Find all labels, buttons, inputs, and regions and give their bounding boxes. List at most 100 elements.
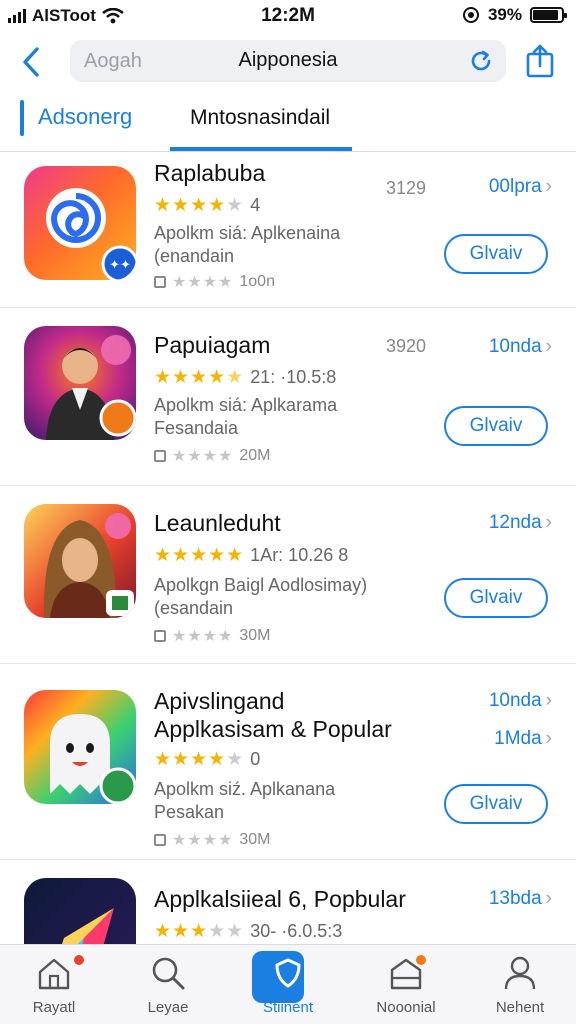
- rating-stars: ★★★★★ 0: [154, 749, 261, 770]
- description-line-2: (enandain: [154, 246, 235, 266]
- search-placeholder: Aogah: [84, 50, 142, 72]
- app-description: Apolkm siź. Aplkanana Pesakan: [154, 778, 335, 824]
- app-size: 20M: [239, 447, 271, 464]
- chevron-left-icon: [23, 47, 39, 77]
- checkbox-icon: [154, 276, 166, 288]
- download-count: 3920: [386, 336, 427, 356]
- chevron-right-icon: ›: [545, 690, 552, 711]
- warrior-app-icon[interactable]: [24, 504, 136, 618]
- refresh-icon: [471, 50, 491, 71]
- app-size: 30M: [239, 627, 271, 644]
- tab-label: Rayatl: [32, 999, 76, 1016]
- app-meta: ★★★★ 1o0n: [154, 272, 275, 292]
- app-meta: ★★★★ 30M: [154, 626, 271, 646]
- search-icon: [152, 957, 185, 990]
- chevron-right-icon: ›: [545, 512, 552, 533]
- ghost-app-icon[interactable]: [24, 690, 136, 804]
- price-label: 10nda: [488, 336, 542, 357]
- svg-text:✦✦: ✦✦: [109, 257, 131, 272]
- list-item[interactable]: ✦✦ Raplabuba 3129 00lpra › ★★★★★ 4 Apolkm …: [0, 152, 576, 308]
- tab-home[interactable]: Rayatl: [4, 953, 104, 1019]
- arrow-icon: [62, 908, 114, 944]
- price-label: 12nda: [488, 512, 542, 533]
- price-label: 1Mda: [494, 728, 542, 749]
- list-item[interactable]: Apivslingand Applkasisam & Popular 10nda…: [0, 664, 576, 860]
- rating-text: 21: ·10.5:8: [250, 367, 337, 387]
- get-button[interactable]: Glvaiv: [444, 234, 548, 274]
- refresh-button[interactable]: [466, 46, 496, 76]
- small-stars-icon: ★★★★: [172, 832, 234, 849]
- price-link[interactable]: 10nda ›: [489, 336, 552, 358]
- ghost-icon: [50, 714, 136, 804]
- app-list: ✦✦ Raplabuba 3129 00lpra › ★★★★★ 4 Apolkm …: [0, 152, 576, 944]
- get-button[interactable]: Glvaiv: [444, 406, 548, 446]
- swirl-icon: ✦✦: [46, 188, 136, 280]
- price-label: 13bda: [488, 888, 542, 909]
- tab-label: Nooonial: [376, 999, 436, 1016]
- small-stars-icon: ★★★★: [172, 628, 234, 645]
- chevron-right-icon: ›: [545, 336, 552, 357]
- price-link[interactable]: 13bda ›: [489, 888, 552, 910]
- share-button[interactable]: [522, 41, 558, 81]
- warrior-icon: [43, 513, 134, 618]
- tab-accent-bar: [20, 100, 24, 136]
- tab-active[interactable]: Stiinent: [238, 951, 338, 1019]
- share-icon: [526, 44, 554, 78]
- price-link[interactable]: 12nda ›: [489, 512, 552, 534]
- chevron-right-icon: ›: [545, 728, 552, 749]
- small-stars-icon: ★★★★: [172, 448, 234, 465]
- chevron-right-icon: ›: [545, 888, 552, 909]
- app-name: Leaunleduht: [154, 510, 281, 536]
- segmented-tabs: Adsonerg Mntosnasindail: [0, 96, 576, 152]
- price-label: 10nda: [488, 690, 542, 711]
- tab-first[interactable]: Adsonerg: [38, 104, 132, 130]
- get-button[interactable]: Glvaiv: [444, 578, 548, 618]
- portrait-icon: [46, 335, 136, 440]
- status-bar: AlSToot 12:2M 39%: [0, 0, 576, 32]
- rating-text: 1Ar: 10.26 8: [250, 545, 349, 565]
- bottom-tab-bar: Rayatl Leyae Stiinent Nooonial Nehent: [0, 944, 576, 1024]
- checkbox-icon: [154, 834, 166, 846]
- app-description: Apolkgn Baigl Aodlosimay) (esandain: [154, 574, 367, 620]
- rating-text: 4: [250, 195, 261, 215]
- tab-profile[interactable]: Nehent: [470, 953, 570, 1019]
- notification-dot: [416, 955, 426, 965]
- app-meta: ★★★★ 20M: [154, 446, 271, 466]
- price-link[interactable]: 00lpra ›: [489, 176, 552, 198]
- price-link[interactable]: 10nda ›: [489, 690, 552, 712]
- app-meta: ★★★★ 30M: [154, 830, 271, 850]
- tab-search[interactable]: Leyae: [118, 953, 218, 1019]
- rating-stars: ★★★★★ 1Ar: 10.26 8: [154, 545, 349, 566]
- tab-inbox[interactable]: Nooonial: [356, 953, 456, 1019]
- rating-stars: ★★★★★ 4: [154, 195, 261, 216]
- battery-icon: [530, 7, 567, 23]
- tab-second[interactable]: Mntosnasindail: [190, 106, 330, 130]
- description-line-2: Pesakan: [154, 802, 225, 822]
- app-description: Apolkm siá: Aplkenaina (enandain: [154, 222, 340, 268]
- portrait-app-icon[interactable]: [24, 326, 136, 440]
- back-button[interactable]: [14, 42, 48, 82]
- list-item[interactable]: Applkalsiieal 6, Popbular 13bda › ★★★★★ 30…: [0, 860, 576, 944]
- app-name: Raplabuba: [154, 160, 266, 186]
- get-button[interactable]: Glvaiv: [444, 784, 548, 824]
- checkbox-icon: [154, 450, 166, 462]
- battery-percent: 39%: [487, 5, 522, 24]
- app-size: 1o0n: [239, 273, 275, 290]
- search-field[interactable]: Aogah Aipponesia: [70, 40, 506, 82]
- price-link-secondary[interactable]: 1Mda ›: [494, 728, 552, 750]
- list-item[interactable]: Leaunleduht 12nda › ★★★★★ 1Ar: 10.26 8 Apo…: [0, 486, 576, 664]
- app-size: 30M: [239, 831, 271, 848]
- rating-text: 0: [250, 749, 261, 769]
- tab-label: Leyae: [147, 999, 189, 1016]
- person-icon: [504, 956, 536, 990]
- shield-icon: [275, 958, 301, 988]
- app-name: Apivslingand: [154, 688, 285, 714]
- active-tab-indicator: [170, 147, 352, 151]
- swirl-app-icon[interactable]: ✦✦: [24, 166, 136, 280]
- app-name: Papuiagam: [154, 332, 271, 358]
- arrow-app-icon[interactable]: [24, 878, 136, 944]
- list-item[interactable]: Papuiagam 3920 10nda › ★★★★★ 21: ·10.5:8 A…: [0, 308, 576, 486]
- home-icon: [38, 958, 70, 990]
- app-name: Applkalsiieal 6, Popbular: [154, 886, 406, 912]
- navigation-bar: Aogah Aipponesia: [0, 36, 576, 88]
